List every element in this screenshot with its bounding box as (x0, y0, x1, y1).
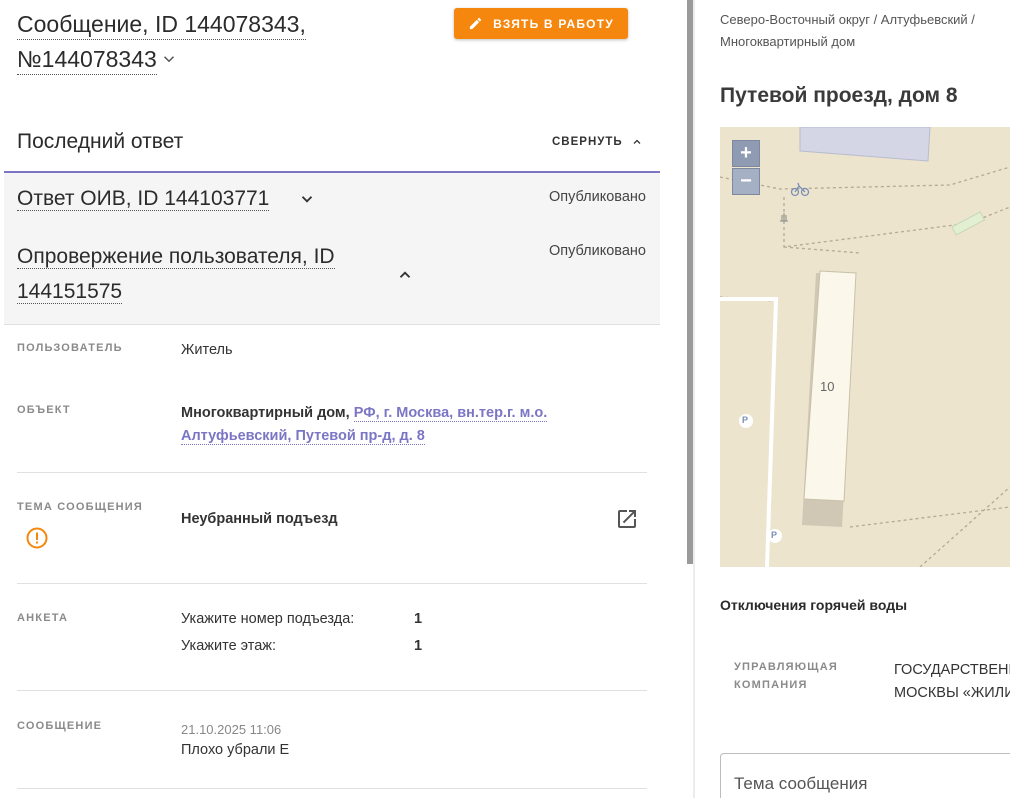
breadcrumb-line2[interactable]: Многоквартирный дом (720, 31, 1010, 53)
answer-status: Опубликовано (548, 189, 646, 205)
management-company-line2: МОСКВЫ «ЖИЛИЩНИК (894, 685, 1010, 701)
chevron-up-icon (633, 139, 641, 144)
object-panel: Северо-Восточный округ / Алтуфьевский / … (695, 0, 1010, 798)
zoom-in-button[interactable]: + (732, 140, 760, 167)
object-type: Многоквартирный дом, (181, 405, 350, 421)
map-canvas (720, 127, 1010, 567)
parking-icon: P (742, 415, 749, 425)
last-answer-heading: Последний ответ (17, 130, 184, 153)
open-in-new-icon[interactable] (615, 507, 639, 531)
form-question: Укажите номер подъезда: (181, 611, 355, 627)
object-value: Многоквартирный дом, РФ, г. Москва, вн.т… (181, 402, 581, 448)
topic-select-field[interactable]: Тема сообщения (720, 753, 1010, 798)
management-company-value: ГОСУДАРСТВЕННОЕ МОСКВЫ «ЖИЛИЩНИК (894, 659, 1010, 705)
building-number-label: 10 (820, 379, 835, 394)
breadcrumb-line1[interactable]: Северо-Восточный округ / Алтуфьевский / (720, 9, 1010, 31)
detail-row-topic: ТЕМА СООБЩЕНИЯ Неубранный подъезд (17, 473, 647, 584)
user-label: ПОЛЬЗОВАТЕЛЬ (17, 342, 123, 354)
topic-field-label: Тема сообщения (734, 774, 868, 793)
chevron-up-icon[interactable] (396, 266, 414, 284)
form-answer: 1 (414, 611, 423, 627)
form-answer: 1 (414, 638, 423, 654)
message-label: СООБЩЕНИЕ (17, 720, 103, 732)
pencil-icon (469, 17, 482, 30)
answers-list: Ответ ОИВ, ID 144103771 Опубликовано Опр… (4, 173, 660, 325)
hot-water-outages-title: Отключения горячей воды (720, 597, 908, 613)
bicycle-icon (790, 182, 810, 197)
take-to-work-label: ВЗЯТЬ В РАБОТУ (493, 16, 614, 31)
breadcrumb: Северо-Восточный округ / Алтуфьевский / … (720, 9, 1010, 53)
management-company-label: УПРАВЛЯЮЩАЯ КОМПАНИЯ (734, 661, 838, 691)
topic-value: Неубранный подъезд (181, 511, 338, 527)
management-company-line1: ГОСУДАРСТВЕННОЕ (894, 662, 1010, 678)
zoom-out-button[interactable]: − (732, 168, 760, 195)
form-label: АНКЕТА (17, 612, 69, 624)
parking-icon: P (771, 530, 778, 540)
detail-row-message: СООБЩЕНИЕ 21.10.2025 11:06 Плохо убрали … (17, 691, 647, 789)
form-question: Укажите этаж: (181, 638, 277, 654)
message-title-line2[interactable]: №144078343 (17, 44, 157, 75)
chevron-down-icon[interactable] (298, 190, 316, 208)
object-label: ОБЪЕКТ (17, 404, 71, 416)
answer-title[interactable]: Опровержение пользователя, ID 144151575 (17, 239, 387, 309)
collapse-label: СВЕРНУТЬ (552, 136, 623, 148)
answer-title[interactable]: Ответ ОИВ, ID 144103771 (17, 181, 270, 216)
take-to-work-button[interactable]: ВЗЯТЬ В РАБОТУ (454, 8, 628, 39)
user-value: Житель (181, 342, 233, 358)
message-date: 21.10.2025 11:06 (181, 722, 282, 737)
object-address-title: Путевой проезд, дом 8 (720, 84, 958, 107)
message-text: Плохо убрали Е (181, 742, 290, 758)
topic-label: ТЕМА СООБЩЕНИЯ (17, 501, 144, 513)
detail-row-form: АНКЕТА Укажите номер подъезда: 1 Укажите… (17, 584, 647, 691)
map[interactable]: + − 10 P P (720, 127, 1010, 567)
answer-status: Опубликовано (548, 243, 646, 259)
detail-row-object: ОБЪЕКТ Многоквартирный дом, РФ, г. Москв… (17, 390, 647, 473)
message-title-line1[interactable]: Сообщение, ID 144078343, (17, 9, 306, 40)
collapse-button[interactable]: СВЕРНУТЬ (552, 136, 643, 148)
chevron-down-icon[interactable] (160, 50, 178, 68)
entrance-icon (780, 213, 788, 222)
alert-circle-icon (26, 527, 48, 549)
message-panel: Сообщение, ID 144078343, №144078343 ВЗЯТ… (0, 0, 685, 798)
